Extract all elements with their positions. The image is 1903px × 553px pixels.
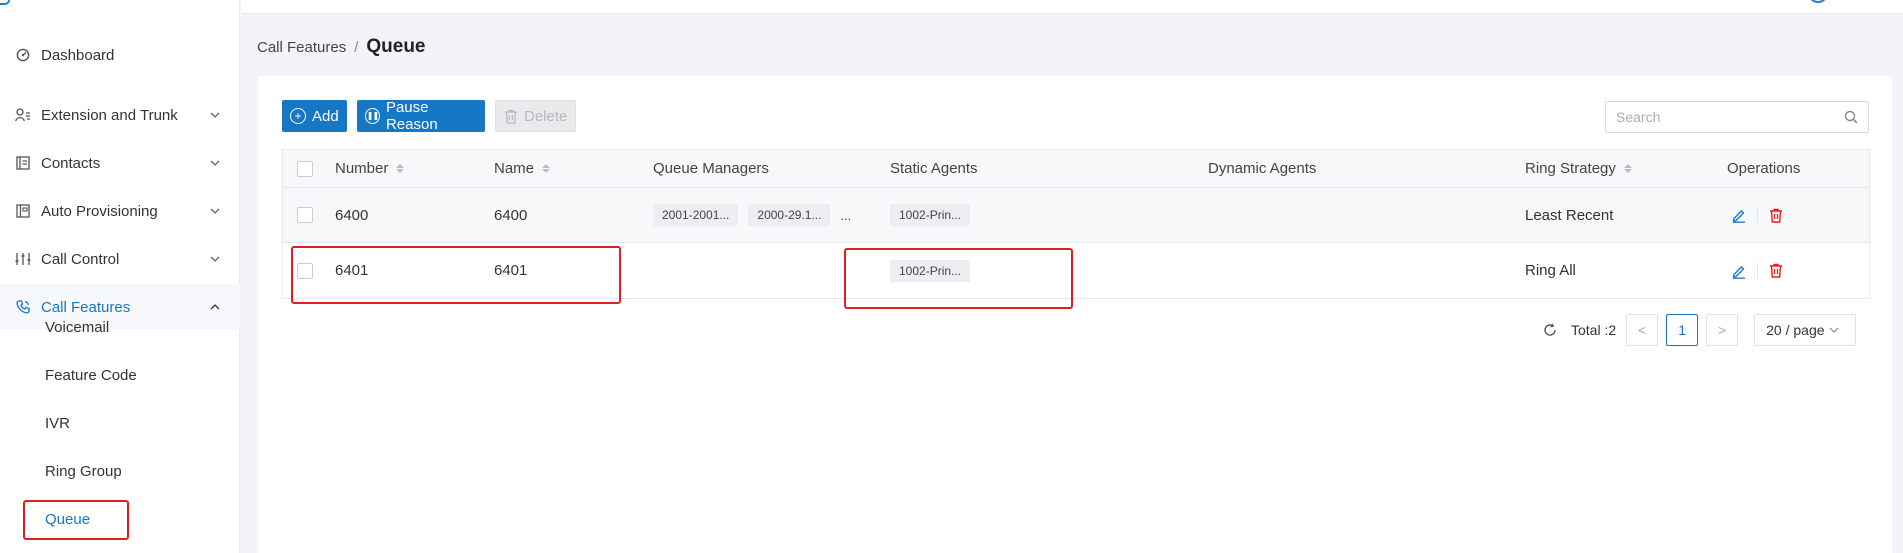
page-size-value: 20 / page [1766, 322, 1825, 338]
row-checkbox[interactable] [297, 207, 313, 223]
page-title: Queue [366, 36, 426, 57]
sidebar-subitem-ring-group[interactable]: Ring Group [0, 448, 240, 494]
breadcrumb-separator: / [354, 39, 359, 56]
sidebar-item-label: Contacts [41, 154, 101, 172]
add-button[interactable]: + Add [282, 100, 347, 132]
sidebar-item-call-control[interactable]: Call Control [0, 236, 240, 282]
user-list-icon [15, 107, 31, 123]
sidebar-subitem-feature-code[interactable]: Feature Code [0, 352, 240, 398]
select-all-checkbox[interactable] [297, 160, 313, 177]
sidebar-subitem-ivr[interactable]: IVR [0, 400, 240, 446]
breadcrumb: Call Features / Queue [257, 36, 426, 58]
cell-number: 6401 [335, 262, 369, 279]
static-agent-tag: 1002-Prin... [890, 204, 971, 226]
sidebar-item-extension-and-trunk[interactable]: Extension and Trunk [0, 92, 240, 138]
column-header-number[interactable]: Number [335, 150, 405, 187]
delete-button[interactable]: Delete [495, 100, 576, 132]
column-header-queue-managers: Queue Managers [653, 160, 769, 177]
sidebar-subitem-queue[interactable]: Queue [0, 496, 240, 542]
sliders-icon [15, 251, 31, 267]
sidebar: Dashboard Extension and Trunk Contacts A… [0, 0, 240, 553]
sidebar-subitem-label: Queue [45, 510, 91, 528]
queue-manager-tag: 2001-2001... [653, 204, 739, 226]
sidebar-subitem-label: Voicemail [45, 318, 110, 336]
column-header-operations: Operations [1727, 160, 1801, 177]
top-header [241, 0, 1903, 14]
chevron-down-icon [208, 108, 222, 122]
table-row: 6400 6400 2001-2001... 2000-29.1... ... … [283, 188, 1869, 243]
edit-icon[interactable] [1729, 261, 1749, 281]
column-header-label: Ring Strategy [1525, 160, 1616, 177]
static-agent-tag: 1002-Prin... [890, 259, 971, 282]
column-header-label: Name [494, 160, 535, 177]
pagination: Total :2 < 1 > 20 / page [1543, 314, 1857, 346]
edit-icon[interactable] [1729, 205, 1749, 225]
row-checkbox[interactable] [297, 262, 313, 279]
sort-icon[interactable] [396, 164, 405, 173]
chevron-down-icon [208, 156, 222, 170]
delete-icon[interactable] [1766, 205, 1786, 225]
cell-operations [1729, 188, 1786, 242]
sidebar-item-label: Call Control [41, 250, 120, 268]
sidebar-subitem-label: Feature Code [45, 366, 137, 384]
search-box [1605, 101, 1869, 133]
sort-icon[interactable] [542, 164, 551, 173]
column-header-ring-strategy[interactable]: Ring Strategy [1525, 150, 1632, 187]
pause-reason-button-label: Pause Reason [385, 99, 438, 133]
sidebar-subitem-label: IVR [45, 414, 71, 432]
page-1-button[interactable]: 1 [1666, 314, 1699, 346]
page-size-select[interactable]: 20 / page [1754, 314, 1857, 346]
chevron-down-icon [208, 252, 222, 266]
cell-static-agents: 1002-Prin... [890, 243, 980, 298]
cell-name: 6401 [494, 262, 528, 279]
sidebar-item-label: Auto Provisioning [41, 202, 158, 220]
sidebar-item-auto-provisioning[interactable]: Auto Provisioning [0, 188, 240, 234]
search-icon[interactable] [1844, 110, 1858, 124]
sidebar-item-label: Extension and Trunk [41, 106, 178, 124]
cell-number: 6400 [335, 206, 369, 224]
pause-circle-icon: ❚❚ [365, 108, 380, 124]
sidebar-subitem-voicemail[interactable]: Voicemail [0, 304, 240, 350]
table-header-row: Number Name Queue Managers Static Agents… [283, 150, 1869, 188]
cell-ring-strategy: Ring All [1525, 262, 1576, 279]
queue-manager-tag: 2000-29.1... [748, 204, 831, 226]
trash-icon [504, 109, 518, 124]
column-header-label: Number [335, 160, 389, 177]
queue-table: Number Name Queue Managers Static Agents… [282, 149, 1870, 299]
column-header-static-agents: Static Agents [890, 160, 978, 177]
sidebar-item-dashboard[interactable]: Dashboard [0, 32, 240, 78]
delete-icon[interactable] [1766, 261, 1786, 281]
table-row: 6401 6401 1002-Prin... Ring All [283, 243, 1869, 298]
add-button-label: Add [312, 107, 339, 125]
sidebar-subitem-label: Ring Group [45, 462, 122, 480]
contacts-icon [15, 155, 31, 171]
cell-queue-managers: 2001-2001... 2000-29.1... ... [653, 188, 851, 242]
search-input[interactable] [1606, 102, 1826, 132]
sort-icon[interactable] [1623, 164, 1632, 173]
dashboard-icon [15, 47, 31, 63]
delete-button-label: Delete [524, 107, 568, 125]
prev-page-button[interactable]: < [1626, 314, 1659, 346]
refresh-icon[interactable] [1543, 323, 1557, 337]
total-count: Total :2 [1571, 322, 1617, 338]
chevron-down-icon [208, 204, 222, 218]
cell-static-agents: 1002-Prin... [890, 188, 980, 242]
provisioning-icon [15, 203, 31, 219]
cell-ring-strategy: Least Recent [1525, 206, 1614, 224]
column-header-dynamic-agents: Dynamic Agents [1208, 160, 1317, 177]
chevron-down-icon [1829, 327, 1839, 333]
pause-reason-button[interactable]: ❚❚ Pause Reason [357, 99, 485, 133]
sidebar-item-contacts[interactable]: Contacts [0, 140, 240, 186]
column-header-name[interactable]: Name [494, 150, 551, 187]
cell-name: 6400 [494, 206, 528, 224]
sidebar-item-label: Dashboard [41, 46, 115, 64]
more-indicator[interactable]: ... [840, 208, 851, 223]
cell-operations [1729, 243, 1786, 298]
next-page-button[interactable]: > [1706, 314, 1739, 346]
brand-logo [0, 0, 10, 5]
plus-circle-icon: + [290, 108, 306, 124]
breadcrumb-parent[interactable]: Call Features [257, 39, 346, 56]
